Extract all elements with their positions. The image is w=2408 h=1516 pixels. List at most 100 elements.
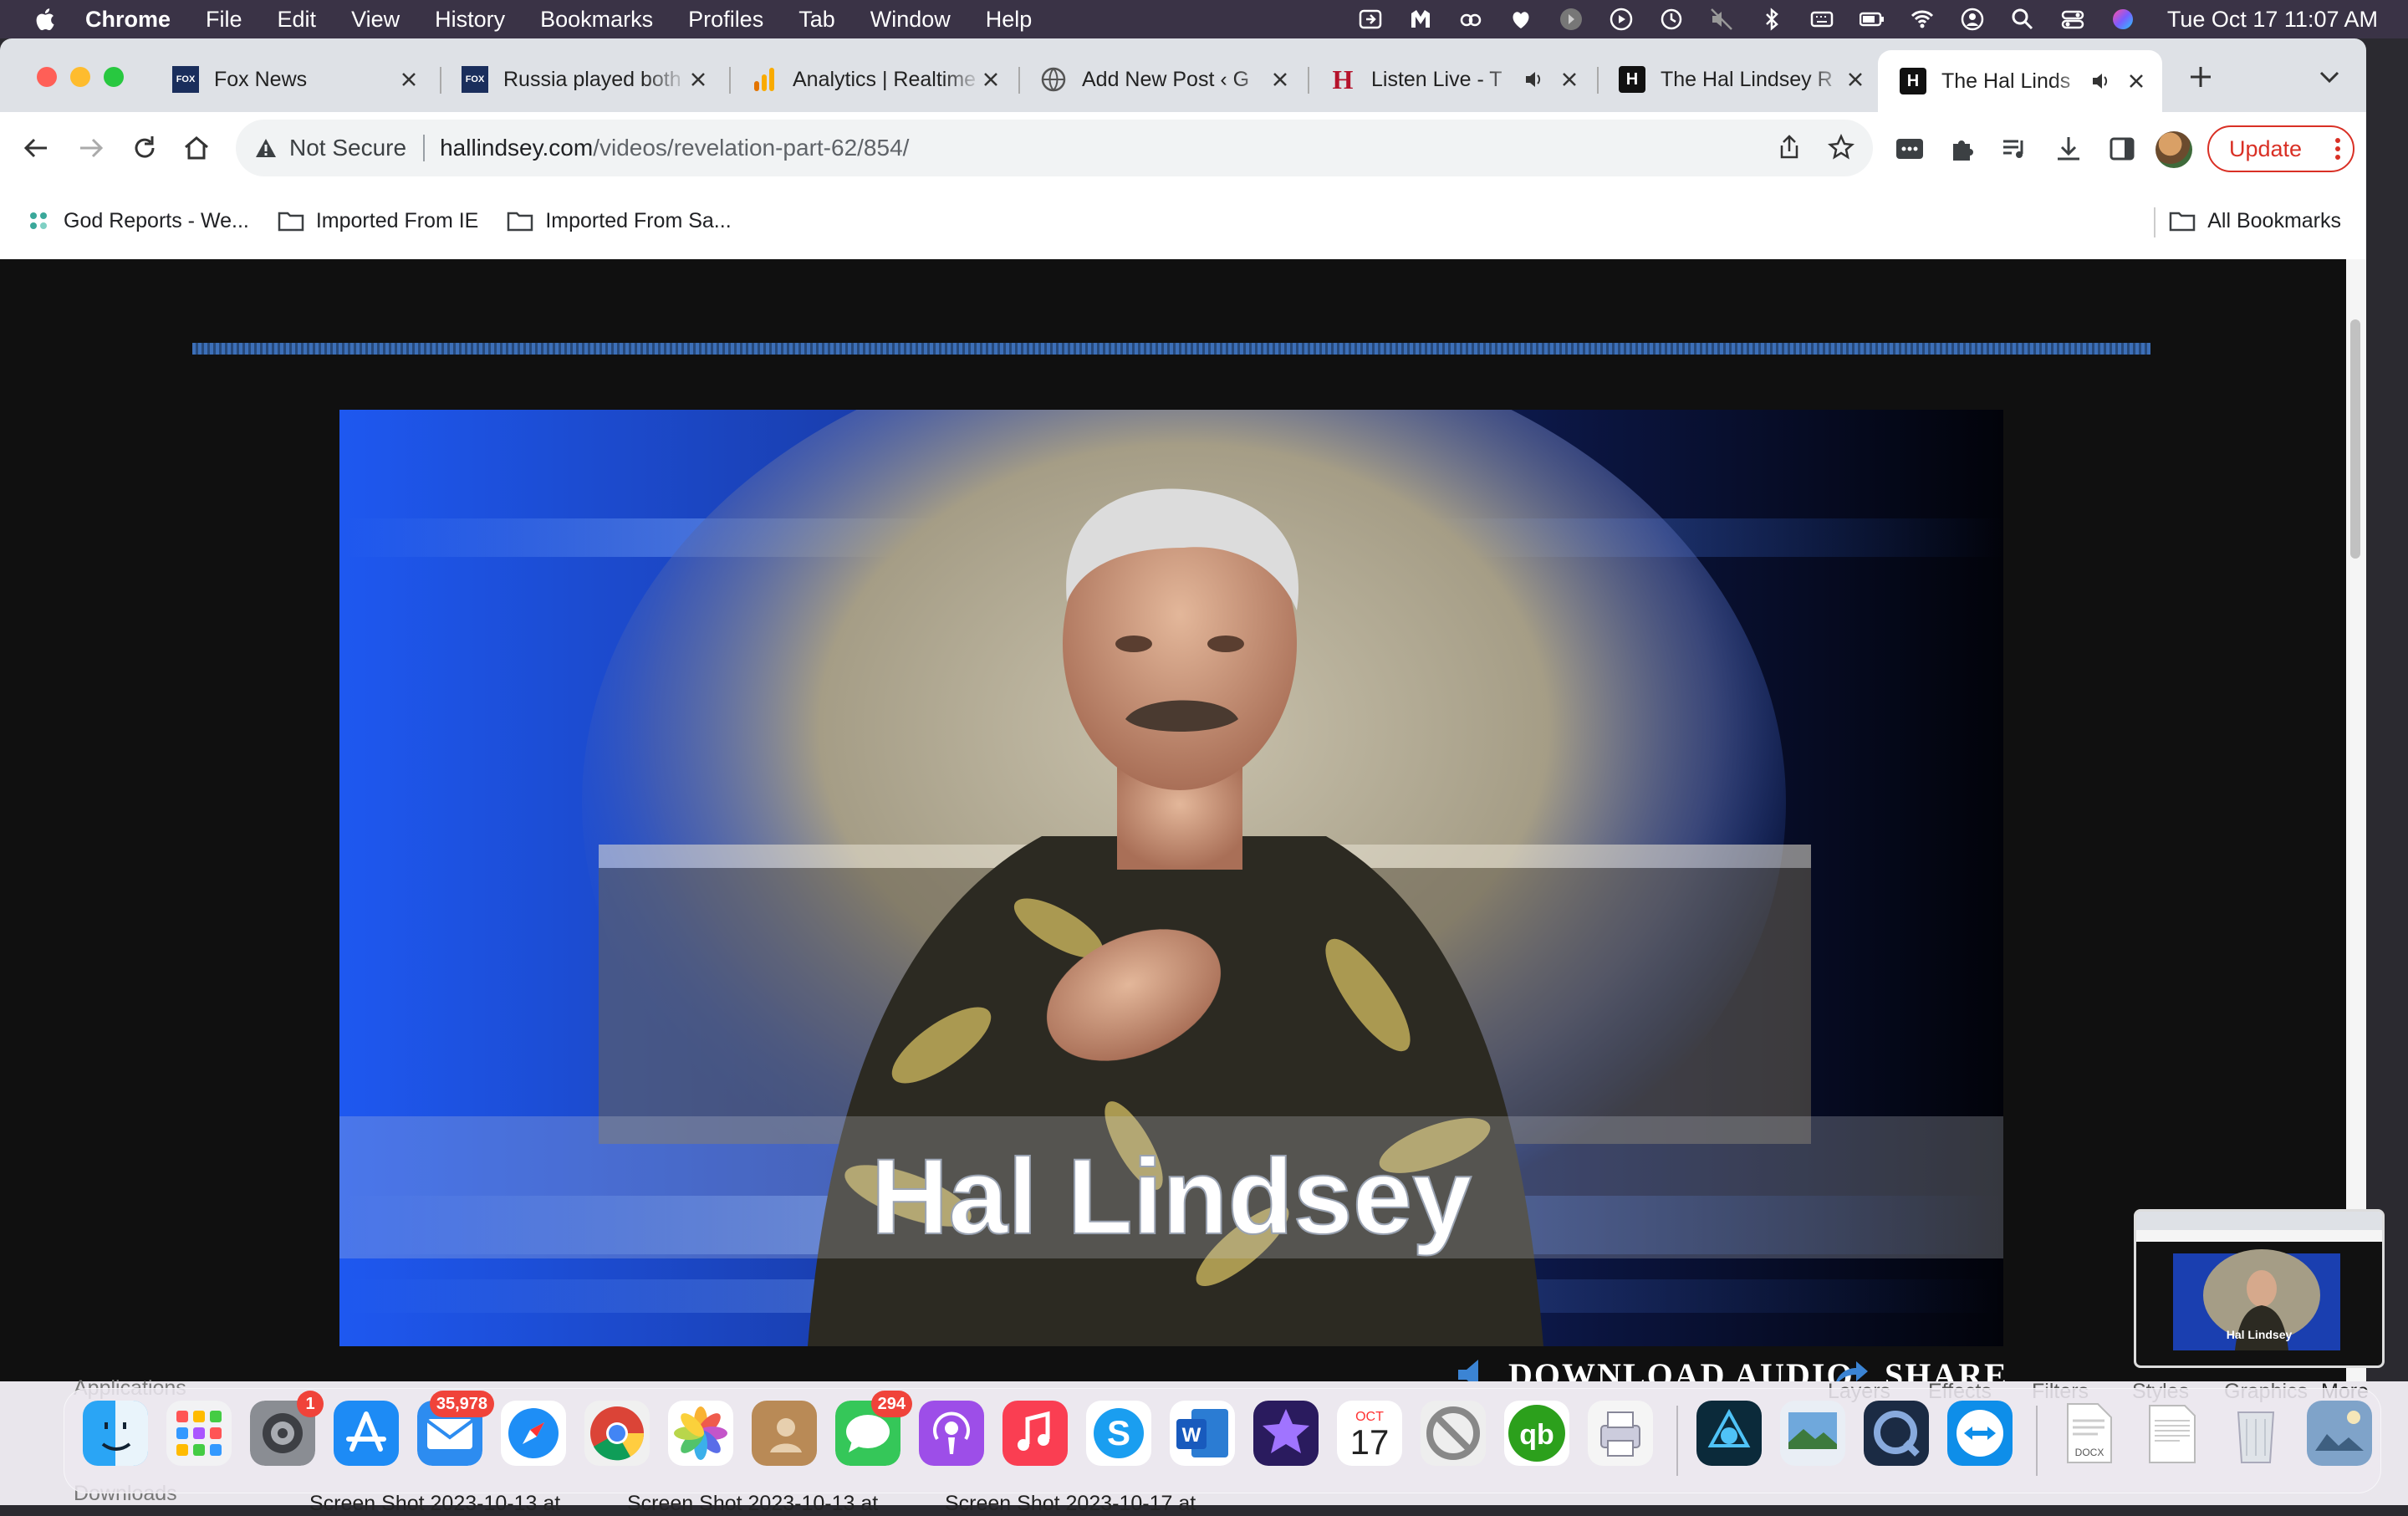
chevron-down-icon[interactable] bbox=[2318, 69, 2341, 85]
speaker-icon[interactable] bbox=[1523, 69, 1545, 90]
security-status[interactable]: Not Secure bbox=[289, 135, 406, 161]
finder-icon[interactable] bbox=[83, 1401, 148, 1466]
podcasts-icon[interactable] bbox=[919, 1401, 984, 1466]
app-store-icon[interactable] bbox=[334, 1401, 399, 1466]
speaker-icon[interactable] bbox=[2090, 70, 2112, 92]
docx-file-icon[interactable]: DOCX bbox=[2056, 1401, 2121, 1466]
extension-dots-icon[interactable] bbox=[1895, 134, 1925, 164]
url-text[interactable]: hallindsey.com/videos/revelation-part-62… bbox=[440, 135, 909, 161]
menu-file[interactable]: File bbox=[206, 7, 242, 33]
creative-cloud-icon[interactable] bbox=[1458, 7, 1483, 32]
side-panel-icon[interactable] bbox=[2107, 134, 2137, 164]
share-icon[interactable] bbox=[1776, 134, 1803, 161]
launchpad-icon[interactable] bbox=[166, 1401, 232, 1466]
quicktime-icon[interactable] bbox=[1864, 1401, 1929, 1466]
home-icon[interactable] bbox=[182, 134, 211, 162]
skype-icon[interactable]: S bbox=[1086, 1401, 1151, 1466]
affinity-photo-icon[interactable] bbox=[1696, 1401, 1762, 1466]
update-button[interactable]: Update bbox=[2207, 125, 2354, 172]
all-bookmarks-button[interactable]: All Bookmarks bbox=[2169, 192, 2341, 249]
minimize-window-button[interactable] bbox=[70, 67, 90, 87]
menu-view[interactable]: View bbox=[351, 7, 400, 33]
bookmark-folder-imported-safari[interactable]: Imported From Sa... bbox=[507, 209, 732, 233]
address-bar[interactable]: Not Secure hallindsey.com/videos/revelat… bbox=[236, 120, 1873, 176]
tab-fox-news[interactable]: FOX Fox News bbox=[150, 54, 435, 105]
desktop-file-3[interactable]: Screen Shot 2023-10-17 at bbox=[945, 1492, 1196, 1516]
close-tab-icon[interactable] bbox=[689, 70, 707, 89]
document-stack-icon[interactable] bbox=[2140, 1401, 2205, 1466]
menu-bookmarks[interactable]: Bookmarks bbox=[540, 7, 653, 33]
spotlight-search-icon[interactable] bbox=[2010, 7, 2035, 32]
puzzle-extensions-icon[interactable] bbox=[1948, 134, 1978, 164]
reload-icon[interactable] bbox=[130, 134, 159, 162]
microsoft-word-icon[interactable]: W bbox=[1170, 1401, 1235, 1466]
new-tab-icon[interactable] bbox=[2187, 64, 2214, 90]
close-tab-icon[interactable] bbox=[1560, 70, 1579, 89]
siri-icon[interactable] bbox=[2110, 7, 2135, 32]
desktop-file-2[interactable]: Screen Shot 2023-10-13 at bbox=[627, 1492, 878, 1516]
wifi-icon[interactable] bbox=[1910, 7, 1935, 32]
contacts-icon[interactable] bbox=[752, 1401, 817, 1466]
tab-listen-live[interactable]: H Listen Live - T bbox=[1308, 54, 1595, 105]
mute-icon[interactable] bbox=[1709, 7, 1734, 32]
menu-help[interactable]: Help bbox=[986, 7, 1033, 33]
close-window-button[interactable] bbox=[37, 67, 57, 87]
system-settings-icon[interactable]: 1 bbox=[250, 1391, 324, 1466]
zoom-window-button[interactable] bbox=[104, 67, 124, 87]
music-icon[interactable] bbox=[1002, 1401, 1068, 1466]
downloads-stack-icon[interactable] bbox=[2307, 1401, 2372, 1466]
control-center-icon[interactable] bbox=[2060, 7, 2085, 32]
messages-icon[interactable]: 294 bbox=[835, 1391, 912, 1466]
user-icon[interactable] bbox=[1960, 7, 1985, 32]
preview-icon[interactable] bbox=[1780, 1401, 1845, 1466]
warning-triangle-icon[interactable] bbox=[254, 136, 278, 160]
teamviewer-icon[interactable] bbox=[1947, 1401, 2013, 1466]
screen-share-icon[interactable] bbox=[1358, 7, 1383, 32]
bookmark-folder-imported-ie[interactable]: Imported From IE bbox=[278, 209, 478, 233]
menu-edit[interactable]: Edit bbox=[278, 7, 317, 33]
play-circle-icon[interactable] bbox=[1609, 7, 1634, 32]
close-tab-icon[interactable] bbox=[1271, 70, 1289, 89]
menu-tab[interactable]: Tab bbox=[798, 7, 835, 33]
chrome-icon[interactable] bbox=[584, 1401, 650, 1466]
photos-icon[interactable] bbox=[668, 1401, 733, 1466]
menu-bar-clock[interactable]: Tue Oct 17 11:07 AM bbox=[2167, 7, 2378, 33]
tab-hal-lindsey-active[interactable]: H The Hal Linds bbox=[1878, 50, 2162, 112]
imovie-icon[interactable] bbox=[1253, 1401, 1319, 1466]
keyboard-icon[interactable] bbox=[1809, 7, 1834, 32]
close-tab-icon[interactable] bbox=[2127, 72, 2145, 90]
screenshot-thumbnail-preview[interactable]: Hal Lindsey bbox=[2134, 1209, 2385, 1368]
printer-icon[interactable] bbox=[1588, 1401, 1653, 1466]
forward-arrow-icon[interactable] bbox=[77, 134, 105, 162]
profile-avatar[interactable] bbox=[2155, 131, 2192, 168]
mail-icon[interactable]: 35,978 bbox=[417, 1391, 494, 1466]
tab-russia[interactable]: FOX Russia played both bbox=[440, 54, 724, 105]
download-audio-link[interactable]: DOWNLOAD AUDIO bbox=[1455, 1356, 1854, 1381]
kebab-menu-icon[interactable] bbox=[2334, 137, 2341, 161]
calendar-icon[interactable]: OCT 17 bbox=[1337, 1401, 1402, 1466]
close-tab-icon[interactable] bbox=[400, 70, 418, 89]
share-link[interactable]: SHARE bbox=[1831, 1356, 2008, 1381]
download-icon[interactable] bbox=[2053, 134, 2084, 164]
menu-app-name[interactable]: Chrome bbox=[85, 7, 171, 33]
close-tab-icon[interactable] bbox=[1846, 70, 1865, 89]
back-arrow-icon[interactable] bbox=[22, 134, 50, 162]
safari-icon[interactable] bbox=[501, 1401, 566, 1466]
time-machine-icon[interactable] bbox=[1659, 7, 1684, 32]
menu-profiles[interactable]: Profiles bbox=[688, 7, 763, 33]
media-queue-icon[interactable] bbox=[2000, 134, 2030, 164]
quickbooks-icon[interactable]: qb bbox=[1504, 1401, 1569, 1466]
gray-circle-icon[interactable] bbox=[1559, 7, 1584, 32]
menu-window[interactable]: Window bbox=[870, 7, 951, 33]
battery-icon[interactable] bbox=[1859, 7, 1885, 32]
shield-heart-icon[interactable] bbox=[1508, 7, 1533, 32]
malwarebytes-icon[interactable] bbox=[1408, 7, 1433, 32]
apple-icon[interactable] bbox=[33, 7, 55, 32]
tab-analytics[interactable]: Analytics | Realtime bbox=[729, 54, 1017, 105]
bluetooth-icon[interactable] bbox=[1759, 7, 1784, 32]
tab-hal-lindsey-report[interactable]: H The Hal Lindsey R bbox=[1597, 54, 1881, 105]
menu-history[interactable]: History bbox=[435, 7, 505, 33]
blocker-icon[interactable] bbox=[1421, 1401, 1486, 1466]
desktop-file-1[interactable]: Screen Shot 2023-10-13 at bbox=[309, 1492, 560, 1516]
close-tab-icon[interactable] bbox=[982, 70, 1000, 89]
